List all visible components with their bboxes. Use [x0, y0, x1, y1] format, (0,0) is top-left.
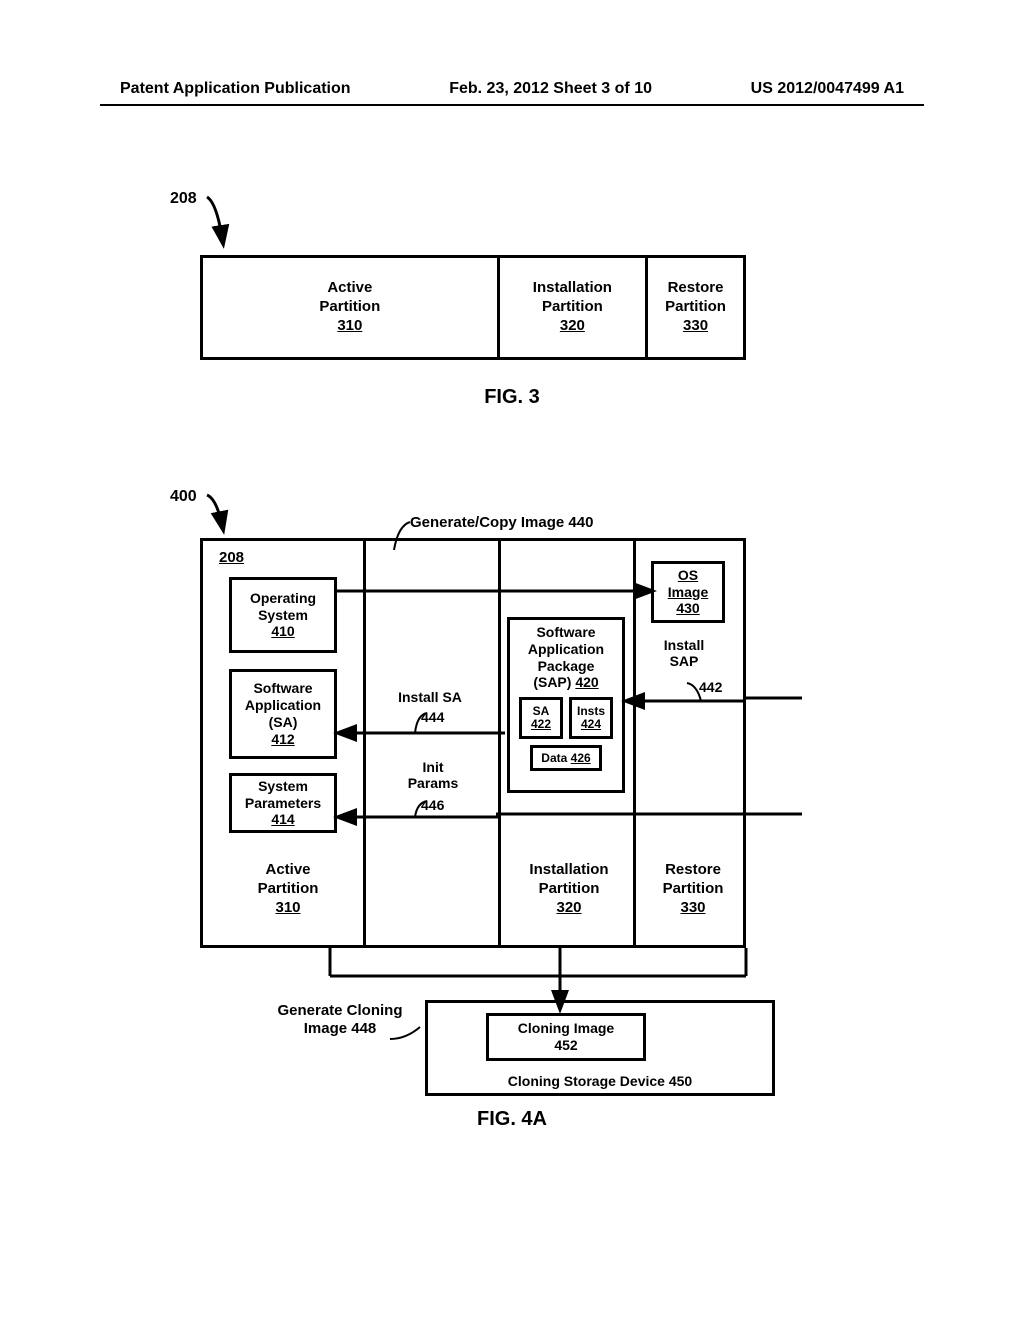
fig3-partition-table: Active Partition 310 Installation Partit… [200, 255, 746, 360]
header-left: Patent Application Publication [120, 80, 351, 98]
header-rule [100, 104, 924, 106]
fig4-arrows [203, 541, 749, 951]
fig3-caption: FIG. 3 [0, 386, 1024, 409]
fig4-ref-label: 400 [170, 488, 197, 506]
fig3-install-partition: Installation Partition 320 [500, 258, 648, 357]
cloning-device-label: Cloning Storage Device 450 [428, 1073, 772, 1089]
fig4a-caption: FIG. 4A [0, 1108, 1024, 1131]
generate-copy-label: Generate/Copy Image 440 [410, 514, 593, 531]
fig3-ref-arrow [205, 195, 241, 255]
header-right: US 2012/0047499 A1 [751, 80, 904, 98]
cloning-image-box: Cloning Image 452 [486, 1013, 646, 1061]
install-sap-origin [746, 694, 806, 704]
cloning-storage-device: Cloning Image 452 Cloning Storage Device… [425, 1000, 775, 1096]
init-params-origin [496, 810, 806, 820]
fig3-ref-label: 208 [170, 190, 197, 208]
fig3-active-partition: Active Partition 310 [203, 258, 500, 357]
fig4-container: 208 Operating System 410 Software Applic… [200, 538, 746, 948]
header-center: Feb. 23, 2012 Sheet 3 of 10 [449, 80, 652, 98]
fig4-ref-arrow [205, 493, 241, 539]
fig3-restore-partition: Restore Partition 330 [648, 258, 743, 357]
page-header: Patent Application Publication Feb. 23, … [120, 80, 904, 98]
